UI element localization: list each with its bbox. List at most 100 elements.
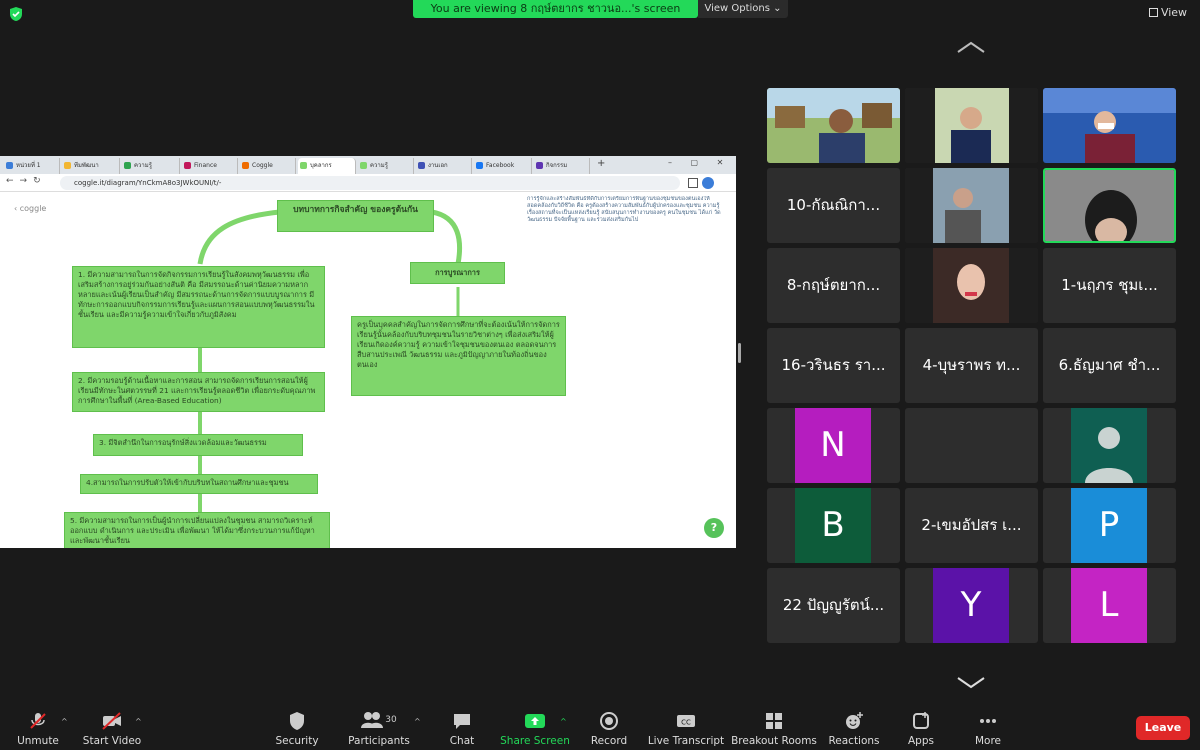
participant-tile[interactable]: B (767, 488, 900, 563)
participants-count: 30 (385, 715, 397, 725)
participant-video (905, 88, 1038, 163)
live-transcript-button[interactable]: CC Live Transcript (641, 711, 731, 749)
browser-tab[interactable]: งานเอก (416, 158, 472, 174)
browser-address-bar: ←→↻ coggle.it/diagram/YnCkmA8o3JWkOUNI/t… (0, 174, 736, 192)
mindmap-node-3[interactable]: 3. มีจิตสำนึกในการอนุรักษ์สิ่งแวดล้อมและ… (93, 434, 303, 456)
browser-tab[interactable]: กิจกรรม (534, 158, 590, 174)
tab-favicon-icon (64, 162, 71, 169)
participants-icon (361, 712, 384, 728)
participant-tile[interactable]: 22 ปัญญูรัตน์... (767, 568, 900, 643)
browser-tab[interactable]: ความรู้ (122, 158, 180, 174)
new-tab-icon[interactable]: + (597, 158, 605, 169)
participant-tile[interactable]: L (1043, 568, 1176, 643)
participant-avatar: N (795, 408, 871, 483)
gallery-scroll-down-icon[interactable] (956, 676, 986, 690)
tab-label: หน่วยที่ 1 (16, 162, 41, 169)
participant-tile[interactable]: P (1043, 488, 1176, 563)
participant-tile[interactable]: 8-กฤษ์ตยาก... (767, 248, 900, 323)
start-video-label: Start Video (82, 735, 142, 747)
tab-favicon-icon (300, 162, 307, 169)
tab-favicon-icon (124, 162, 131, 169)
url-field[interactable]: coggle.it/diagram/YnCkmA8o3JWkOUNI/t/- (60, 176, 680, 190)
participant-tile[interactable]: N (767, 408, 900, 483)
mindmap-top-right-text: การรู้จักและสร้างสัมพันธ์ที่ดีกับการเตรี… (527, 196, 721, 223)
browser-tab[interactable]: Finance (182, 158, 238, 174)
video-options-caret-icon[interactable]: ^ (135, 717, 142, 726)
extension-icon[interactable] (688, 178, 698, 188)
shield-icon (290, 712, 304, 730)
more-dots-icon (980, 719, 996, 723)
security-shield-icon (10, 7, 22, 21)
smiley-icon (846, 712, 863, 729)
browser-tab-active[interactable]: บุคลากร (298, 158, 356, 174)
help-button[interactable]: ? (704, 518, 724, 538)
mindmap-right-node[interactable]: ครูเป็นบุคคลสำคัญในการจัดการศึกษาที่จะต้… (351, 316, 566, 396)
participant-tile[interactable]: 6.ธัญมาศ ชำ... (1043, 328, 1176, 403)
participant-tile[interactable]: 2-เขมอัปสร เ... (905, 488, 1038, 563)
view-options-button[interactable]: View Options ⌄ (698, 0, 788, 18)
window-controls-icon[interactable]: – ▢ ✕ (668, 158, 731, 167)
breakout-rooms-button[interactable]: Breakout Rooms (729, 711, 819, 749)
mindmap-node-4[interactable]: 4.สามารถในการปรับตัวให้เข้ากับบริบทในสถา… (80, 474, 318, 494)
mindmap-center-node[interactable]: บทบาทการกิจสำคัญ ของครูต้นกัน (277, 200, 434, 232)
live-transcript-label: Live Transcript (647, 735, 725, 747)
participant-tile[interactable]: 1-นฤภร ชุมเ... (1043, 248, 1176, 323)
participant-tile[interactable] (1043, 408, 1176, 483)
mindmap-node-1[interactable]: 1. มีความสามารถในการจัดกิจกรรมการเรียนรู… (72, 266, 325, 348)
tab-favicon-icon (242, 162, 249, 169)
participant-tile[interactable] (905, 408, 1038, 483)
tab-favicon-icon (360, 162, 367, 169)
participants-button[interactable]: 30 Participants (334, 711, 424, 749)
participants-label: Participants (348, 735, 410, 747)
participant-name: 2-เขมอัปสร เ... (921, 516, 1022, 534)
participant-tile[interactable]: 16-วรินธร รา... (767, 328, 900, 403)
participant-tile-active-speaker[interactable] (1043, 168, 1176, 243)
mindmap-integration-node[interactable]: การบูรณาการ (410, 262, 505, 284)
browser-tab[interactable]: หน่วยที่ 1 (4, 158, 60, 174)
participant-tile[interactable] (905, 168, 1038, 243)
participants-icon-wrap: 30 (334, 711, 424, 731)
resize-handle[interactable] (738, 343, 741, 363)
person-placeholder-icon (1071, 408, 1147, 483)
view-button[interactable]: View (1140, 4, 1196, 22)
browser-tab[interactable]: Facebook (474, 158, 532, 174)
participant-tile[interactable]: Y (905, 568, 1038, 643)
tab-label: ทีมพัฒนา (74, 162, 99, 169)
more-button[interactable]: More (943, 711, 1033, 749)
tab-label: งานเอก (428, 162, 448, 169)
security-button[interactable]: Security (252, 711, 342, 749)
participant-tile[interactable]: 10-กัณณิกา... (767, 168, 900, 243)
participant-name: 10-กัณณิกา... (786, 196, 881, 214)
tab-label: Facebook (486, 162, 515, 169)
shared-screen[interactable]: หน่วยที่ 1 ทีมพัฒนา ความรู้ Finance Cogg… (0, 156, 736, 548)
browser-tab-bar: หน่วยที่ 1 ทีมพัฒนา ความรู้ Finance Cogg… (0, 156, 736, 174)
participant-tile[interactable] (905, 88, 1038, 163)
tab-favicon-icon (184, 162, 191, 169)
muted-mic-icon (30, 713, 46, 729)
mindmap-node-5[interactable]: 5. มีความสามารถในการเป็นผู้นำการเปลี่ยนแ… (64, 512, 330, 548)
mindmap-node-2[interactable]: 2. มีความรอบรู้ด้านเนื้อหาและการสอน สามา… (72, 372, 325, 412)
share-screen-icon (525, 714, 545, 728)
participant-avatar: P (1071, 488, 1147, 563)
tab-label: ความรู้ (370, 162, 388, 169)
view-label: View (1160, 6, 1188, 19)
browser-tab[interactable]: ความรู้ (358, 158, 414, 174)
participant-tile[interactable] (1043, 88, 1176, 163)
security-label: Security (275, 735, 319, 747)
video-off-icon (102, 712, 121, 730)
participant-tile[interactable] (905, 248, 1038, 323)
participant-tile[interactable]: 4-บุษราพร ท... (905, 328, 1038, 403)
participant-video (905, 248, 1038, 323)
browser-tab[interactable]: ทีมพัฒนา (62, 158, 120, 174)
gallery-scroll-up-icon[interactable] (956, 40, 986, 54)
breakout-rooms-icon (766, 713, 782, 729)
participant-tile[interactable] (767, 88, 900, 163)
svg-text:CC: CC (681, 719, 691, 727)
participant-avatar: Y (933, 568, 1009, 643)
nav-arrows-icon[interactable]: ←→↻ (6, 176, 47, 186)
leave-button[interactable]: Leave (1136, 716, 1190, 740)
viewing-screen-banner: You are viewing 8 กฤษ์ตยากร ชาวนอ...'s s… (413, 0, 698, 18)
browser-tab[interactable]: Coggle (240, 158, 296, 174)
profile-avatar[interactable] (702, 177, 714, 189)
start-video-button[interactable]: Start Video (67, 711, 157, 749)
